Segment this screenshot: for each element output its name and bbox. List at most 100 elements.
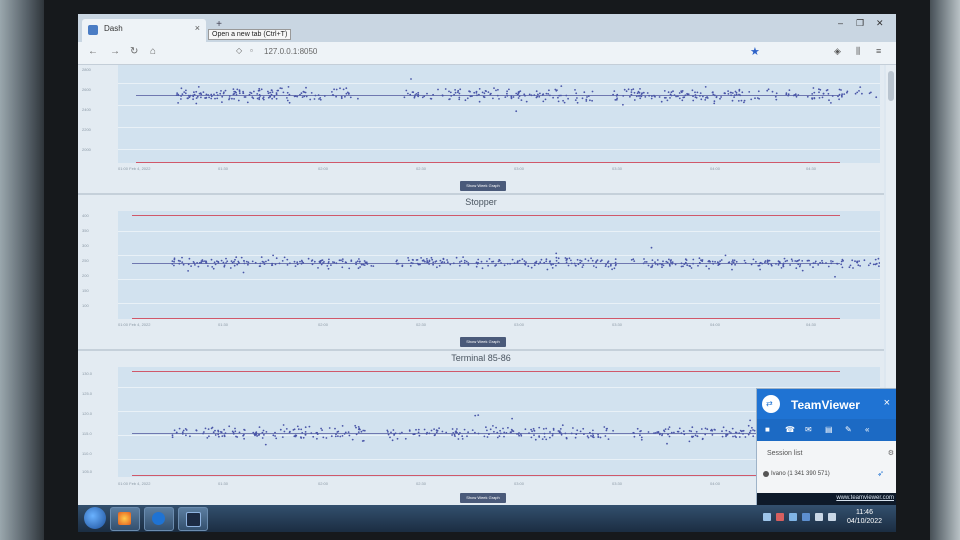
gear-icon[interactable]: ⚙ (888, 449, 894, 457)
scatter-point (422, 259, 425, 261)
teamviewer-close-button[interactable]: × (884, 397, 890, 409)
forward-icon[interactable]: → (110, 46, 120, 57)
scatter-point (730, 263, 733, 266)
scatter-point (483, 96, 486, 99)
scatter-point (743, 259, 746, 262)
minimize-button[interactable]: – (838, 18, 843, 28)
scatter-point (219, 92, 222, 95)
show-week-graph-button[interactable]: Show Week Graph (460, 493, 506, 503)
scatter-point (688, 440, 691, 443)
scatter-point (235, 94, 238, 96)
scatter-point (173, 264, 175, 267)
menu-icon[interactable]: ≡ (876, 46, 881, 56)
scatter-point (696, 435, 699, 437)
scatter-point (638, 91, 641, 94)
clock-date: 04/10/2022 (846, 518, 882, 525)
session-entry[interactable]: Ivano (1 341 390 571) (771, 471, 830, 477)
scatter-point (358, 258, 360, 260)
scatter-point (216, 97, 219, 100)
scatter-point (213, 93, 215, 96)
scatter-point (806, 259, 809, 262)
close-window-button[interactable]: ✕ (876, 18, 884, 29)
start-button[interactable] (84, 507, 106, 529)
scatter-point (516, 93, 519, 96)
scatter-point (196, 262, 198, 264)
scatter-point (646, 92, 649, 94)
scatter-point (401, 431, 403, 434)
show-week-graph-button[interactable]: Show Week Graph (460, 337, 506, 347)
bookmark-star-icon[interactable]: ★ (750, 45, 760, 58)
scatter-point (258, 265, 261, 268)
scatter-point (341, 260, 344, 263)
tray-icon[interactable] (802, 513, 810, 521)
teamviewer-panel: ⇄ TeamViewer × ■ ☎ ✉ ▤ ✎ « Session list … (756, 388, 896, 507)
scatter-point (185, 429, 188, 431)
scatter-point (740, 99, 743, 102)
scatter-point (489, 428, 492, 431)
scatter-point (587, 95, 590, 97)
reload-icon[interactable]: ↻ (130, 46, 138, 57)
tray-icon[interactable] (828, 513, 836, 521)
maximize-button[interactable]: ❐ (856, 18, 864, 29)
session-list-label[interactable]: Session list (767, 450, 802, 457)
scatter-point (232, 88, 235, 90)
scatter-point (214, 263, 217, 266)
call-icon[interactable]: ☎ (785, 425, 795, 434)
scatter-point (504, 96, 507, 98)
scatter-point (215, 91, 218, 94)
scatter-point (302, 90, 305, 93)
scatter-point (457, 438, 460, 440)
files-icon[interactable]: ▤ (825, 425, 833, 434)
scatter-point (316, 437, 318, 440)
scatter-point (599, 260, 602, 263)
taskbar-app[interactable] (178, 507, 208, 531)
tab-dash[interactable]: Dash × (82, 19, 206, 42)
pen-icon[interactable]: ✎ (845, 425, 852, 434)
scatter-point (348, 434, 351, 437)
scatter-point (258, 96, 261, 99)
back-icon[interactable]: ← (88, 46, 98, 57)
tray-icon[interactable] (776, 513, 784, 521)
scatter-point (558, 94, 561, 97)
scatter-point (630, 259, 633, 261)
tab-close-icon[interactable]: × (195, 23, 200, 33)
scatter-point (875, 262, 878, 265)
tray-icon[interactable] (763, 513, 771, 521)
show-week-graph-button[interactable]: Show Week Graph (460, 181, 506, 191)
scroll-thumb[interactable] (888, 71, 894, 101)
scatter-point (725, 429, 728, 432)
scatter-point (272, 434, 275, 437)
scatter-point (797, 263, 800, 266)
taskbar-firefox[interactable] (110, 507, 140, 531)
teamviewer-link[interactable]: www.teamviewer.com (836, 495, 894, 501)
scatter-point (633, 260, 636, 262)
scatter-point (669, 265, 671, 267)
scatter-point (567, 97, 569, 100)
chat-icon[interactable]: ✉ (805, 425, 812, 434)
scatter-point (475, 265, 478, 268)
scatter-point (647, 264, 650, 267)
plot-area (118, 65, 880, 163)
scatter-point (630, 89, 633, 91)
scatter-point (281, 87, 283, 90)
scatter-point (752, 435, 755, 438)
library-icon[interactable]: ⫼ (856, 46, 860, 57)
scatter-point (432, 263, 434, 266)
home-icon[interactable]: ⌂ (150, 46, 156, 57)
video-icon[interactable]: ■ (765, 425, 770, 434)
scatter-point (188, 257, 191, 260)
scatter-point (341, 435, 344, 437)
taskbar-teamviewer[interactable] (144, 507, 174, 531)
scatter-point (795, 267, 798, 270)
scatter-point (282, 424, 285, 426)
tray-icon[interactable] (815, 513, 823, 521)
pocket-icon[interactable]: ◈ (834, 46, 841, 57)
scatter-point (532, 427, 535, 430)
scatter-point (499, 429, 501, 432)
scatter-point (417, 431, 420, 434)
clock[interactable]: 11:46 04/10/2022 (847, 508, 882, 526)
scatter-point (217, 430, 220, 433)
url-field[interactable]: 127.0.0.1:8050 (264, 47, 317, 56)
tray-icon[interactable] (789, 513, 797, 521)
collapse-icon[interactable]: « (865, 425, 869, 434)
